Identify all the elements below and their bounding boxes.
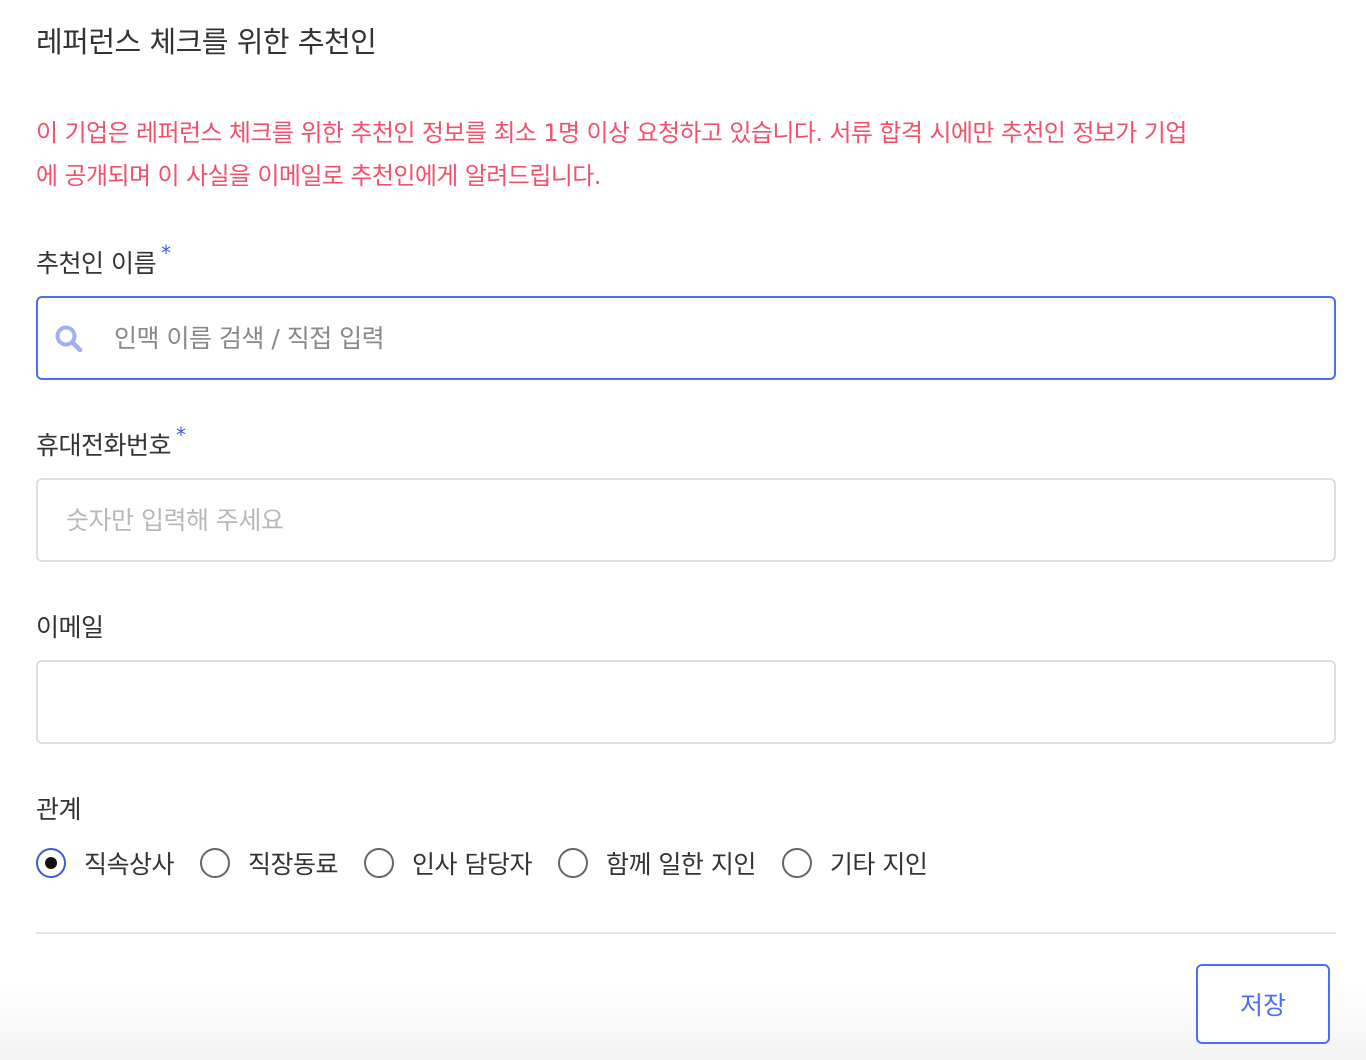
email-label-text: 이메일 [36, 613, 104, 642]
radio-button-checked[interactable] [36, 848, 66, 878]
radio-label: 인사 담당자 [412, 850, 532, 879]
divider [36, 932, 1336, 934]
radio-label: 기타 지인 [829, 850, 928, 879]
radio-option-direct-supervisor[interactable]: 직속상사 [36, 845, 175, 881]
email-input[interactable] [66, 662, 1296, 742]
radio-label: 직속상사 [84, 850, 175, 879]
email-label: 이메일 [36, 610, 104, 646]
radio-button[interactable] [557, 848, 588, 878]
relation-label-text: 관계 [36, 795, 82, 824]
required-mark: * [160, 241, 171, 265]
radio-button[interactable] [781, 848, 812, 878]
relation-label: 관계 [36, 792, 82, 828]
notice-line-2: 에 공개되며 이 사실을 이메일로 추천인에게 알려드립니다. [36, 162, 601, 190]
radio-option-worked-together[interactable]: 함께 일한 지인 [557, 845, 756, 881]
relation-radio-group: 직속상사 직장동료 인사 담당자 함께 일한 지인 기타 지인 [36, 843, 953, 883]
name-label-text: 추천인 이름 [36, 249, 156, 278]
radio-button[interactable] [200, 848, 231, 878]
radio-button[interactable] [364, 848, 395, 878]
radio-option-hr-manager[interactable]: 인사 담당자 [364, 845, 532, 881]
save-button[interactable]: 저장 [1196, 964, 1330, 1044]
radio-option-other-acquaintance[interactable]: 기타 지인 [781, 845, 928, 881]
email-field[interactable] [36, 660, 1336, 744]
phone-input[interactable] [66, 480, 1296, 560]
radio-option-coworker[interactable]: 직장동료 [200, 845, 339, 881]
phone-label-text: 휴대전화번호 [36, 431, 172, 460]
bottom-shade [0, 980, 1366, 1060]
search-icon [55, 325, 83, 353]
notice-text: 이 기업은 레퍼런스 체크를 위한 추천인 정보를 최소 1명 이상 요청하고 … [36, 112, 1336, 198]
page-title: 레퍼런스 체크를 위한 추천인 [36, 25, 377, 59]
radio-label: 직장동료 [248, 850, 339, 879]
phone-label: 휴대전화번호 * [36, 423, 186, 465]
name-label: 추천인 이름 * [36, 241, 171, 283]
required-mark: * [176, 423, 186, 447]
phone-field[interactable] [36, 478, 1336, 562]
radio-label: 함께 일한 지인 [605, 850, 756, 879]
notice-line-1: 이 기업은 레퍼런스 체크를 위한 추천인 정보를 최소 1명 이상 요청하고 … [36, 119, 1187, 147]
name-input[interactable] [114, 298, 1344, 378]
name-field[interactable] [36, 296, 1344, 380]
